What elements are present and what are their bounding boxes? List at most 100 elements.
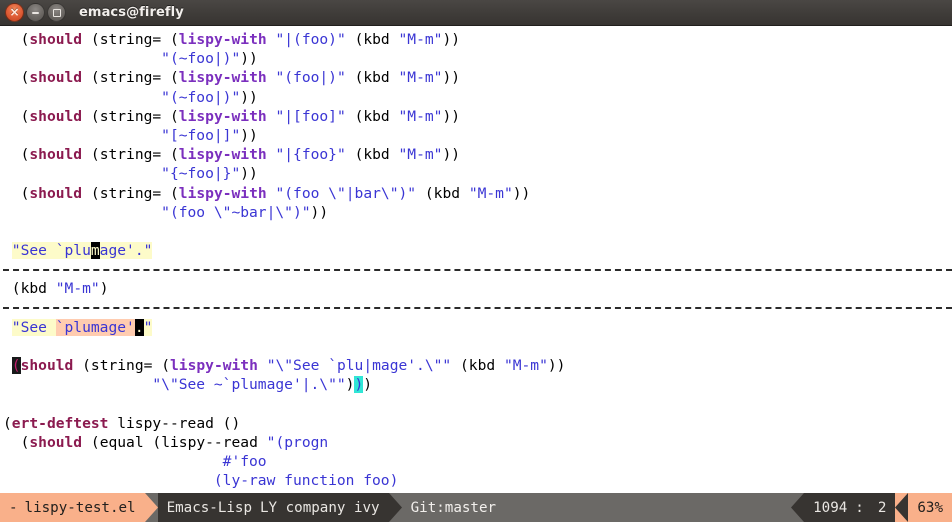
powerline-arrow-3 (791, 493, 805, 522)
buffer-line[interactable]: (should (string= (lispy-with "|[foo]" (k… (0, 107, 952, 126)
modeline-vcs-segment[interactable]: Git:master (401, 493, 506, 522)
code-token: "\"See `plu|mage'.\"" (266, 357, 452, 375)
powerline-arrow-2 (388, 493, 402, 522)
code-token: kbd (468, 357, 496, 375)
separator-dashes (3, 268, 952, 271)
code-token: string= (99, 184, 162, 202)
modeline-position-segment[interactable]: 1094 : 2 (804, 493, 896, 522)
code-token: `plumage' (55, 318, 135, 336)
buffer-blank-line[interactable] (0, 222, 952, 241)
modeline-column-number: 2 (877, 499, 887, 516)
buffer-blank-line[interactable] (0, 337, 952, 356)
buffer-area[interactable]: (should (string= (lispy-with "|(foo)" (k… (0, 26, 952, 493)
buffer-line[interactable]: "[~foo|]")) (0, 126, 952, 145)
mode-line: - lispy-test.el Emacs-Lisp LY company iv… (0, 493, 952, 522)
code-token: ) (99, 280, 109, 298)
modeline-scroll-segment[interactable]: 63% (908, 493, 952, 522)
code-token: lispy-with (178, 31, 267, 48)
buffer-line[interactable]: (ly-raw function foo) (0, 471, 952, 490)
buffer-line[interactable]: (kbd "M-m") (0, 279, 952, 298)
code-token: "[~foo|]" (161, 126, 241, 144)
buffer-line[interactable]: (should (string= (lispy-with "(foo \"|ba… (0, 184, 952, 203)
buffer-blank-line[interactable] (0, 395, 952, 414)
code-token: "\"See ~`plumage'|.\"" (152, 376, 346, 394)
buffer-line[interactable]: "See `plumage'." (0, 318, 952, 337)
buffer-line[interactable]: (should (equal (lispy--read "(progn (0, 433, 952, 452)
close-button[interactable]: × (5, 3, 24, 22)
buffer-line[interactable]: "(~foo|)")) (0, 88, 952, 107)
code-token: string= (99, 146, 162, 164)
modeline-mode-segment[interactable]: Emacs-Lisp LY company ivy (157, 493, 389, 522)
code-token: ( (170, 69, 179, 87)
code-token: "|{foo}" (275, 146, 346, 164)
code-token: m (90, 242, 100, 260)
code-token: ( (90, 107, 100, 125)
code-token: ( (90, 31, 100, 48)
code-token: should (29, 184, 83, 202)
code-token: . (134, 318, 144, 336)
buffer-line[interactable]: (ert-deftest lispy--read () (0, 414, 952, 433)
code-token: ( (170, 107, 179, 125)
powerline-arrow-4 (895, 493, 909, 522)
buffer-line[interactable]: "(~foo|)")) (0, 49, 952, 68)
modeline-buffer-segment[interactable]: - lispy-test.el (0, 493, 145, 522)
code-token: )) (442, 69, 461, 87)
buffer-line[interactable]: "See `plumage'." (0, 241, 952, 260)
buffer-line[interactable]: "{~foo|}")) (0, 164, 952, 183)
code-token: lispy-with (178, 107, 267, 125)
code-token: "M-m" (398, 69, 443, 87)
modeline-minor-modes: LY company ivy (260, 499, 380, 516)
buffer-line[interactable]: (should (string= (lispy-with "\"See `plu… (0, 356, 952, 375)
code-token: lispy-with (170, 357, 258, 375)
buffer-line[interactable]: (should (string= (lispy-with "(foo|)" (k… (0, 68, 952, 87)
buffer-line[interactable]: (should (string= (lispy-with "|{foo}" (k… (0, 145, 952, 164)
buffer-line[interactable]: "\"See ~`plumage'|.\""))) (0, 375, 952, 394)
buffer-line[interactable]: "(foo \"~bar|\")")) (0, 203, 952, 222)
code-token: ( (170, 31, 179, 48)
code-token: ( (152, 433, 162, 451)
code-content[interactable]: (should (string= (lispy-with "|(foo)" (k… (0, 30, 952, 491)
buffer-line[interactable]: #'foo (0, 452, 952, 471)
code-token: "(foo \"|bar\")" (275, 184, 417, 202)
maximize-button[interactable] (47, 3, 66, 22)
modeline-buffer-name: lispy-test.el (24, 499, 136, 516)
code-token: ( (170, 146, 179, 164)
code-token: )) (442, 31, 461, 48)
modeline-line-number: 1094 (813, 499, 848, 516)
code-token: equal (99, 433, 144, 451)
code-token: "{~foo|}" (161, 165, 241, 183)
maximize-icon (52, 8, 61, 17)
code-token: )) (240, 126, 258, 144)
code-token: " (143, 318, 153, 336)
minimize-button[interactable] (26, 3, 45, 22)
window-title: emacs@firefly (79, 5, 184, 20)
buffer-line[interactable]: (should (string= (lispy-with "|(foo)" (k… (0, 30, 952, 49)
modeline-column-separator: : (855, 499, 864, 516)
code-token: "(foo \"~bar|\")" (161, 203, 311, 221)
code-token: )) (442, 107, 461, 125)
code-token: kbd (433, 184, 461, 202)
modeline-vcs: Git:master (410, 499, 497, 516)
code-token: ( (90, 146, 100, 164)
code-token: ert-deftest (11, 414, 109, 432)
powerline-arrow-1 (144, 493, 158, 522)
